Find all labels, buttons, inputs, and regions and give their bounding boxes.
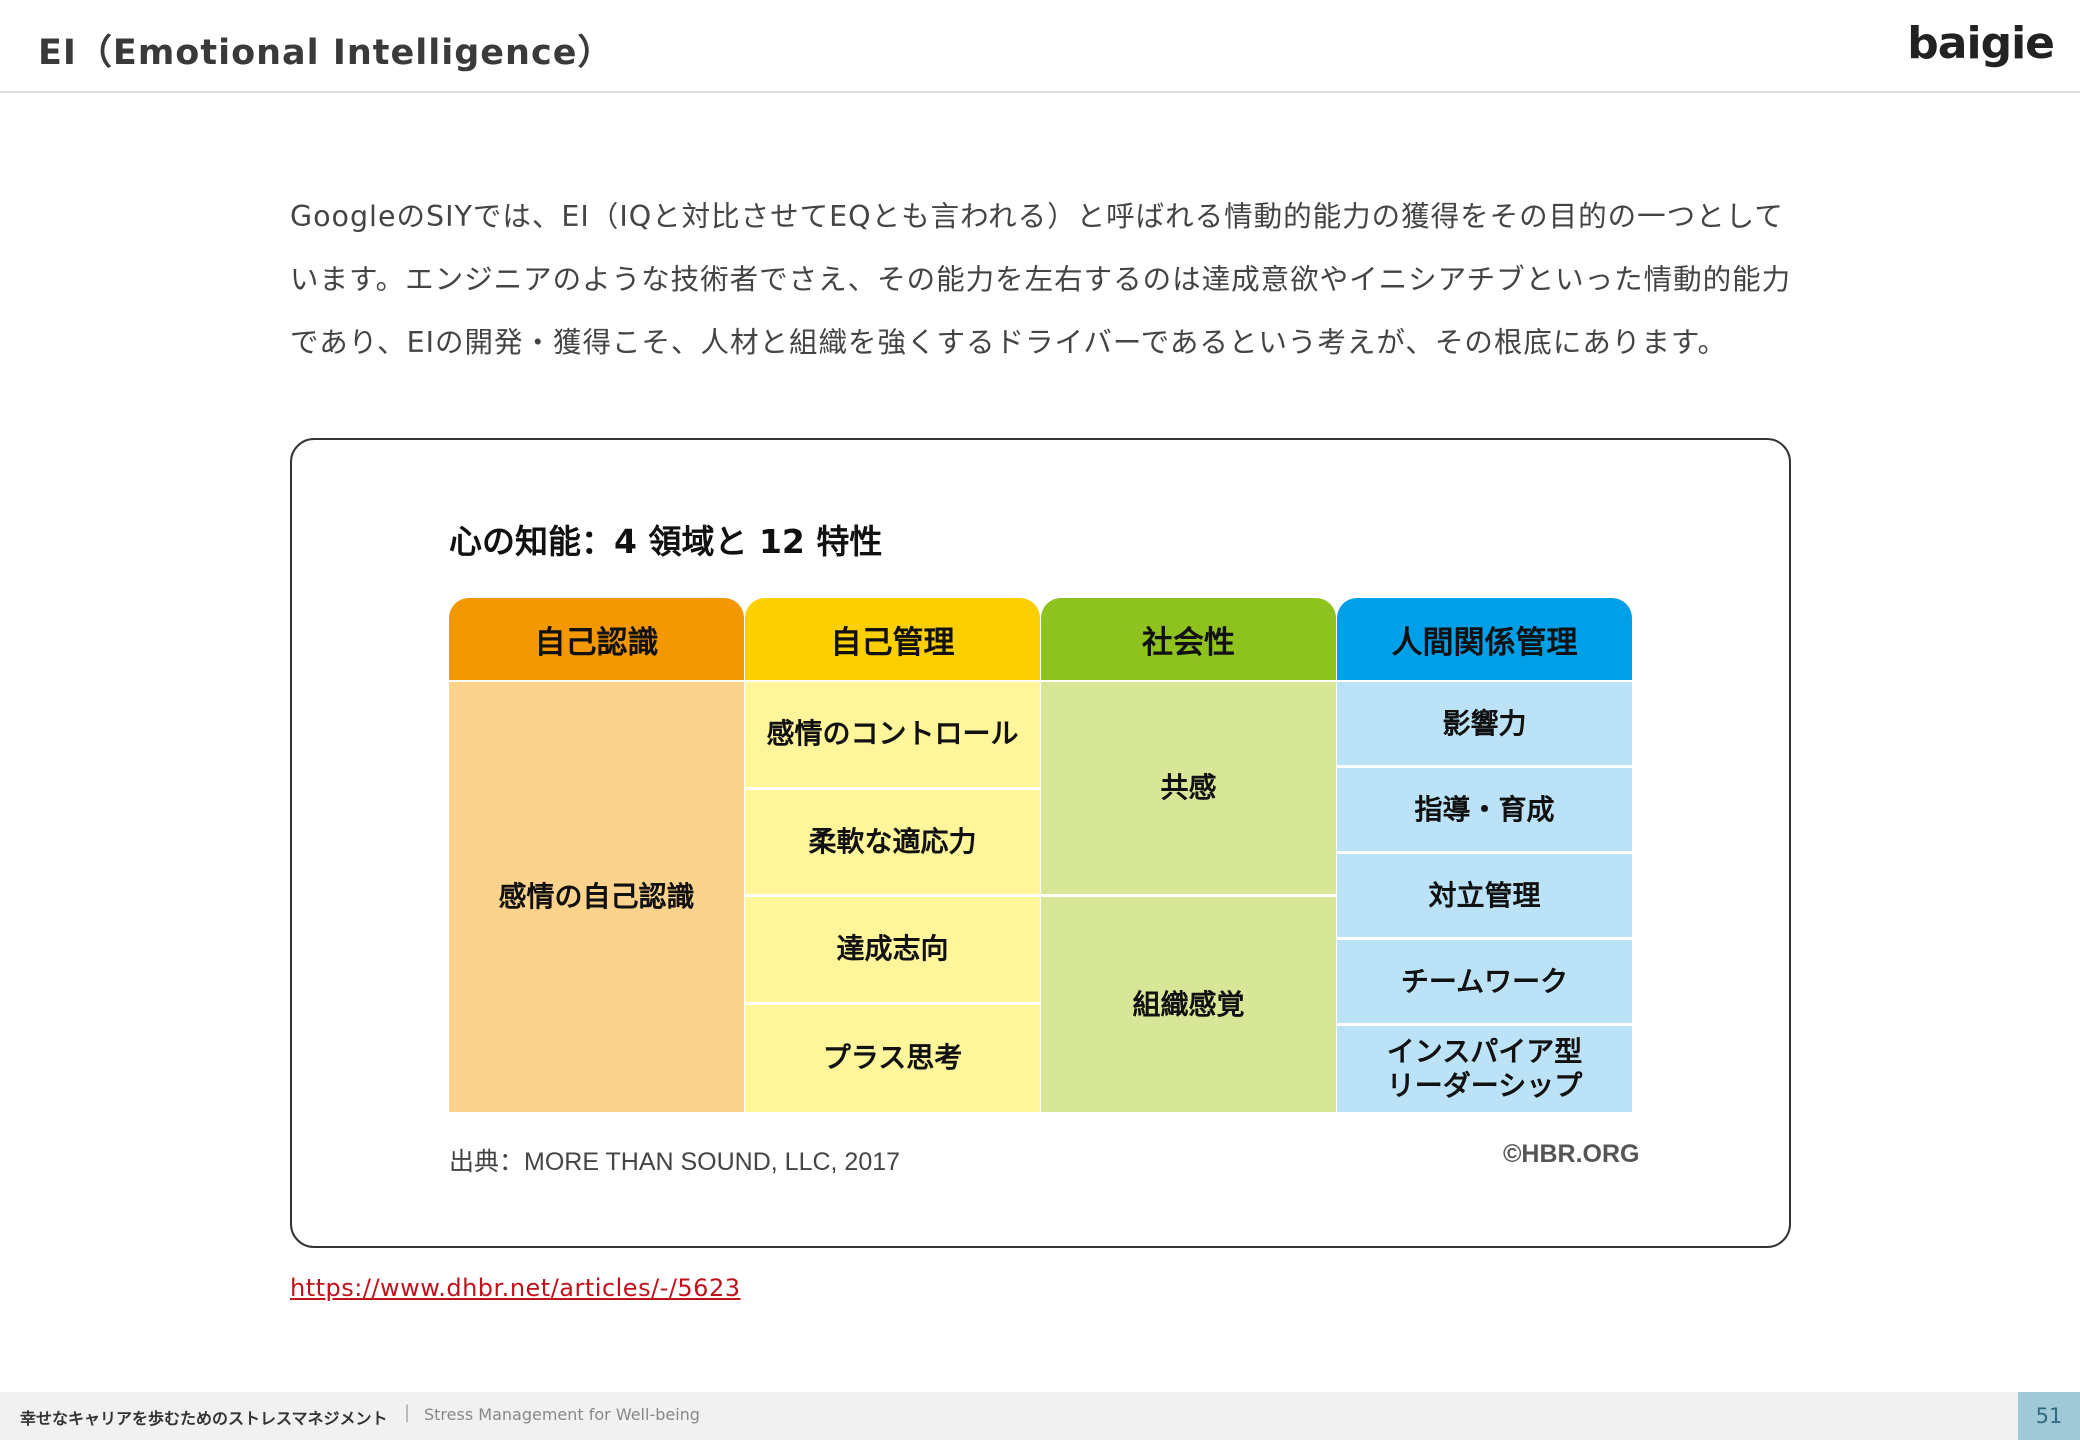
trait-cell: 共感 [1041,682,1336,894]
domain-header: 自己認識 [449,598,744,680]
figure-frame: 心の知能：4 領域と 12 特性 自己認識 感情の自己認識 自己管理 感情のコントロー… [290,438,1791,1248]
domain-header: 人間関係管理 [1337,598,1632,680]
footer-separator: | [404,1402,411,1423]
footer-title-ja: 幸せなキャリアを歩むためのストレスマネジメント [20,1409,388,1428]
intro-line: であり、EIの開発・獲得こそ、人材と組織を強くするドライバーであるという考えが、… [290,326,1728,359]
trait-cell: 組織感覚 [1041,897,1336,1112]
source-link[interactable]: https://www.dhbr.net/articles/-/5623 [290,1274,740,1302]
figure-copyright: ©HBR.ORG [1503,1140,1640,1168]
page-title: EI（Emotional Intelligence） [38,33,614,73]
trait-cell: 感情の自己認識 [449,682,744,1112]
trait-cell: 指導・育成 [1337,768,1632,851]
page-footer: 幸せなキャリアを歩むためのストレスマネジメント | Stress Managem… [0,1392,2080,1440]
trait-cell: 感情のコントロール [745,682,1040,787]
figure-source: 出典：MORE THAN SOUND, LLC, 2017 [449,1148,901,1176]
domain-header: 自己管理 [745,598,1040,680]
page-header: EI（Emotional Intelligence） baigie [0,0,2080,93]
trait-cell: 影響力 [1337,682,1632,765]
footer-title-en: Stress Management for Well-being [424,1405,700,1424]
intro-line: GoogleのSIYでは、EI（IQと対比させてEQとも言われる）と呼ばれる情動… [290,200,1784,233]
baigie-logo[interactable]: baigie [1907,18,2055,69]
intro-paragraph: GoogleのSIYでは、EI（IQと対比させてEQとも言われる）と呼ばれる情動… [290,185,1810,374]
trait-cell: 柔軟な適応力 [745,789,1040,894]
ei-domains-table: 自己認識 感情の自己認識 自己管理 感情のコントロール 柔軟な適応力 達成志向 プラス思考 社… [449,598,1633,1112]
domain-header: 社会性 [1041,598,1336,680]
page-number: 51 [2018,1392,2080,1440]
figure-title: 心の知能：4 領域と 12 特性 [449,522,883,561]
trait-cell: チームワーク [1337,940,1632,1023]
trait-cell: 達成志向 [745,897,1040,1002]
trait-cell: プラス思考 [745,1004,1040,1112]
intro-line: います。エンジニアのような技術者でさえ、その能力を左右するのは達成意欲やイニシア… [290,263,1792,296]
trait-cell: インスパイア型 リーダーシップ [1337,1026,1632,1112]
trait-cell: 対立管理 [1337,854,1632,937]
